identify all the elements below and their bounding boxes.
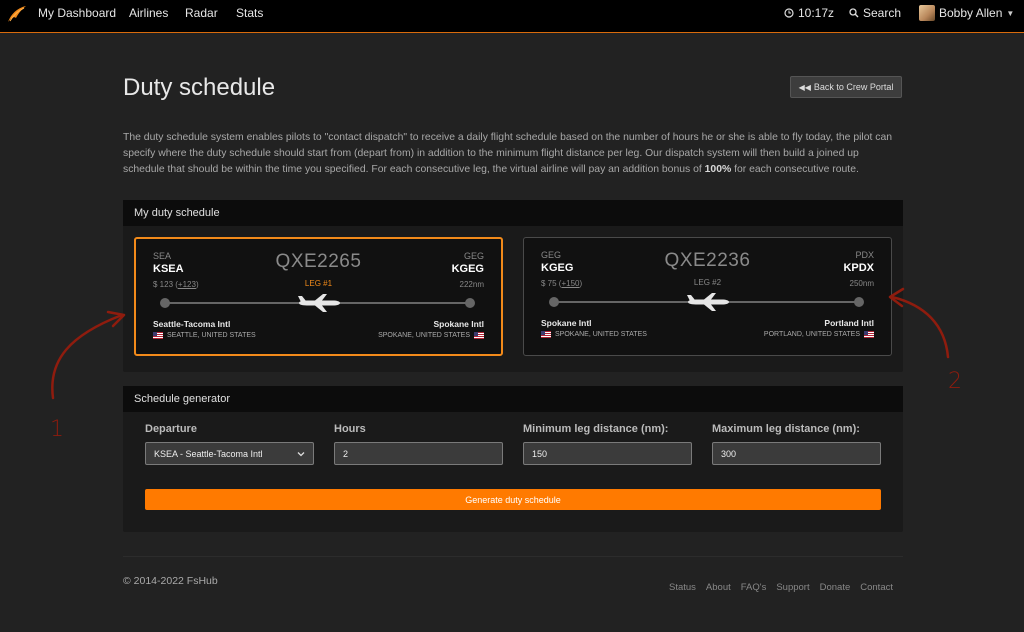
to-code: PDX xyxy=(855,250,874,260)
chevron-down-icon: ▼ xyxy=(1006,8,1015,18)
to-icao: KGEG xyxy=(451,263,484,275)
nav-search[interactable]: Search xyxy=(849,6,901,20)
back-to-crew-portal-button[interactable]: ◀◀ Back to Crew Portal xyxy=(790,76,902,98)
user-name: Bobby Allen xyxy=(939,6,1003,20)
leg-distance: 222nm xyxy=(459,280,484,289)
search-label: Search xyxy=(863,6,902,20)
chevron-down-icon xyxy=(297,451,305,456)
from-country-text: SPOKANE, UNITED STATES xyxy=(555,331,647,338)
annotation-number-1: 1 xyxy=(50,417,64,442)
back-button-label: Back to Crew Portal xyxy=(813,82,894,92)
max-distance-label: Maximum leg distance (nm): xyxy=(712,423,860,435)
duty-schedule-panel: My duty schedule SEA KSEA QXE2265 GEG KG… xyxy=(123,200,903,372)
from-country-text: SEATTLE, UNITED STATES xyxy=(167,332,256,339)
annotation-number-2: 2 xyxy=(948,369,962,394)
to-airport-name: Portland Intl xyxy=(824,318,874,328)
hours-label: Hours xyxy=(334,423,366,435)
departure-label: Departure xyxy=(145,423,197,435)
leg-label: LEG #2 xyxy=(693,278,722,287)
utc-clock: 10:17z xyxy=(784,6,834,20)
departure-select[interactable]: KSEA - Seattle-Tacoma Intl xyxy=(145,442,314,465)
to-country: PORTLAND, UNITED STATES xyxy=(764,331,874,338)
panel-title: Schedule generator xyxy=(123,386,903,412)
min-distance-label: Minimum leg distance (nm): xyxy=(523,423,669,435)
flight-number: QXE2236 xyxy=(664,250,751,271)
leg-label: LEG #1 xyxy=(304,279,333,288)
annotation-arrowhead-1 xyxy=(106,310,126,328)
to-country: SPOKANE, UNITED STATES xyxy=(378,332,484,339)
clock-icon xyxy=(784,8,794,18)
leg-card-1[interactable]: SEA KSEA QXE2265 GEG KGEG $ 123 (+123) L… xyxy=(134,237,503,356)
nav-my-dashboard[interactable]: My Dashboard xyxy=(38,6,116,20)
destination-dot xyxy=(854,297,864,307)
nav-stats[interactable]: Stats xyxy=(236,6,263,20)
utc-time: 10:17z xyxy=(798,6,835,20)
footer-link-support[interactable]: Support xyxy=(776,582,809,593)
airplane-icon xyxy=(298,294,340,312)
from-country: SEATTLE, UNITED STATES xyxy=(153,332,256,339)
origin-dot xyxy=(160,298,170,308)
footer-link-donate[interactable]: Donate xyxy=(820,582,851,593)
us-flag-icon xyxy=(474,332,484,339)
min-distance-input[interactable]: 150 xyxy=(523,442,692,465)
footer-link-about[interactable]: About xyxy=(706,582,731,593)
flight-number: QXE2265 xyxy=(275,251,362,272)
max-distance-input[interactable]: 300 xyxy=(712,442,881,465)
airplane-icon xyxy=(687,293,729,311)
user-menu[interactable]: Bobby Allen ▼ xyxy=(919,5,1014,21)
fshub-logo-icon[interactable] xyxy=(7,5,27,23)
footer-link-contact[interactable]: Contact xyxy=(860,582,893,593)
footer-divider xyxy=(123,556,903,557)
avatar xyxy=(919,5,935,21)
double-chevron-left-icon: ◀◀ xyxy=(798,82,811,92)
annotation-arrow-1 xyxy=(51,313,124,400)
to-airport-name: Spokane Intl xyxy=(433,319,484,329)
footer-link-faqs[interactable]: FAQ's xyxy=(741,582,767,593)
us-flag-icon xyxy=(864,331,874,338)
hours-input[interactable]: 2 xyxy=(334,442,503,465)
panel-title: My duty schedule xyxy=(123,200,903,226)
search-icon xyxy=(849,8,859,18)
departure-value: KSEA - Seattle-Tacoma Intl xyxy=(154,448,263,459)
schedule-generator-panel: Schedule generator Departure KSEA - Seat… xyxy=(123,386,903,532)
to-country-text: SPOKANE, UNITED STATES xyxy=(378,332,470,339)
nav-airlines[interactable]: Airlines xyxy=(129,6,168,20)
intro-text: The duty schedule system enables pilots … xyxy=(123,130,903,178)
us-flag-icon xyxy=(153,332,163,339)
leg-distance: 250nm xyxy=(849,279,874,288)
footer-link-status[interactable]: Status xyxy=(669,582,696,593)
us-flag-icon xyxy=(541,331,551,338)
intro-part2: for each consecutive route. xyxy=(731,164,859,175)
from-country: SPOKANE, UNITED STATES xyxy=(541,331,647,338)
to-icao: KPDX xyxy=(843,262,874,274)
footer-links: Status About FAQ's Support Donate Contac… xyxy=(669,582,893,593)
generate-schedule-button[interactable]: Generate duty schedule xyxy=(145,489,881,510)
leg-card-2[interactable]: GEG KGEG QXE2236 PDX KPDX $ 75 (+150) LE… xyxy=(523,237,892,356)
origin-dot xyxy=(549,297,559,307)
top-navbar: My Dashboard Airlines Radar Stats 10:17z… xyxy=(0,0,1024,33)
from-airport-name: Seattle-Tacoma Intl xyxy=(153,319,231,329)
bonus-percentage: 100% xyxy=(704,164,732,175)
destination-dot xyxy=(465,298,475,308)
from-airport-name: Spokane Intl xyxy=(541,318,592,328)
page-title: Duty schedule xyxy=(123,74,276,101)
nav-radar[interactable]: Radar xyxy=(185,6,218,20)
to-code: GEG xyxy=(463,251,484,261)
to-country-text: PORTLAND, UNITED STATES xyxy=(763,331,860,338)
copyright: © 2014-2022 FsHub xyxy=(123,575,218,587)
